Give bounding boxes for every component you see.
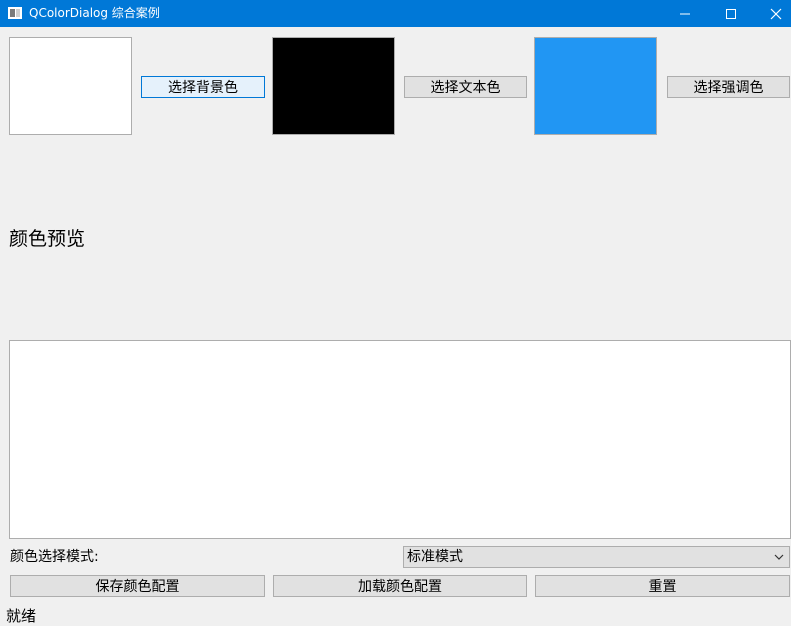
text-color-swatch — [272, 37, 395, 135]
close-icon — [770, 8, 782, 20]
load-color-config-button[interactable]: 加载颜色配置 — [273, 575, 527, 597]
color-preview-area — [9, 340, 791, 539]
app-icon — [8, 7, 22, 19]
color-mode-label: 颜色选择模式: — [10, 549, 99, 565]
color-mode-selected-value: 标准模式 — [407, 549, 463, 565]
minimize-icon — [680, 13, 690, 15]
background-color-swatch — [9, 37, 132, 135]
color-preview-label: 颜色预览 — [9, 228, 86, 250]
chevron-down-icon — [774, 554, 784, 560]
maximize-button[interactable] — [708, 0, 754, 27]
select-background-color-button[interactable]: 选择背景色 — [141, 76, 265, 98]
title-bar[interactable]: QColorDialog 综合案例 — [0, 0, 791, 27]
save-color-config-button[interactable]: 保存颜色配置 — [10, 575, 265, 597]
status-text: 就绪 — [6, 607, 37, 625]
color-mode-combobox[interactable]: 标准模式 — [403, 546, 790, 568]
select-text-color-button[interactable]: 选择文本色 — [404, 76, 527, 98]
maximize-icon — [726, 9, 736, 19]
window-title: QColorDialog 综合案例 — [29, 6, 160, 20]
reset-button[interactable]: 重置 — [535, 575, 790, 597]
accent-color-swatch — [534, 37, 657, 135]
minimize-button[interactable] — [662, 0, 708, 27]
close-button[interactable] — [753, 0, 791, 27]
select-accent-color-button[interactable]: 选择强调色 — [667, 76, 790, 98]
